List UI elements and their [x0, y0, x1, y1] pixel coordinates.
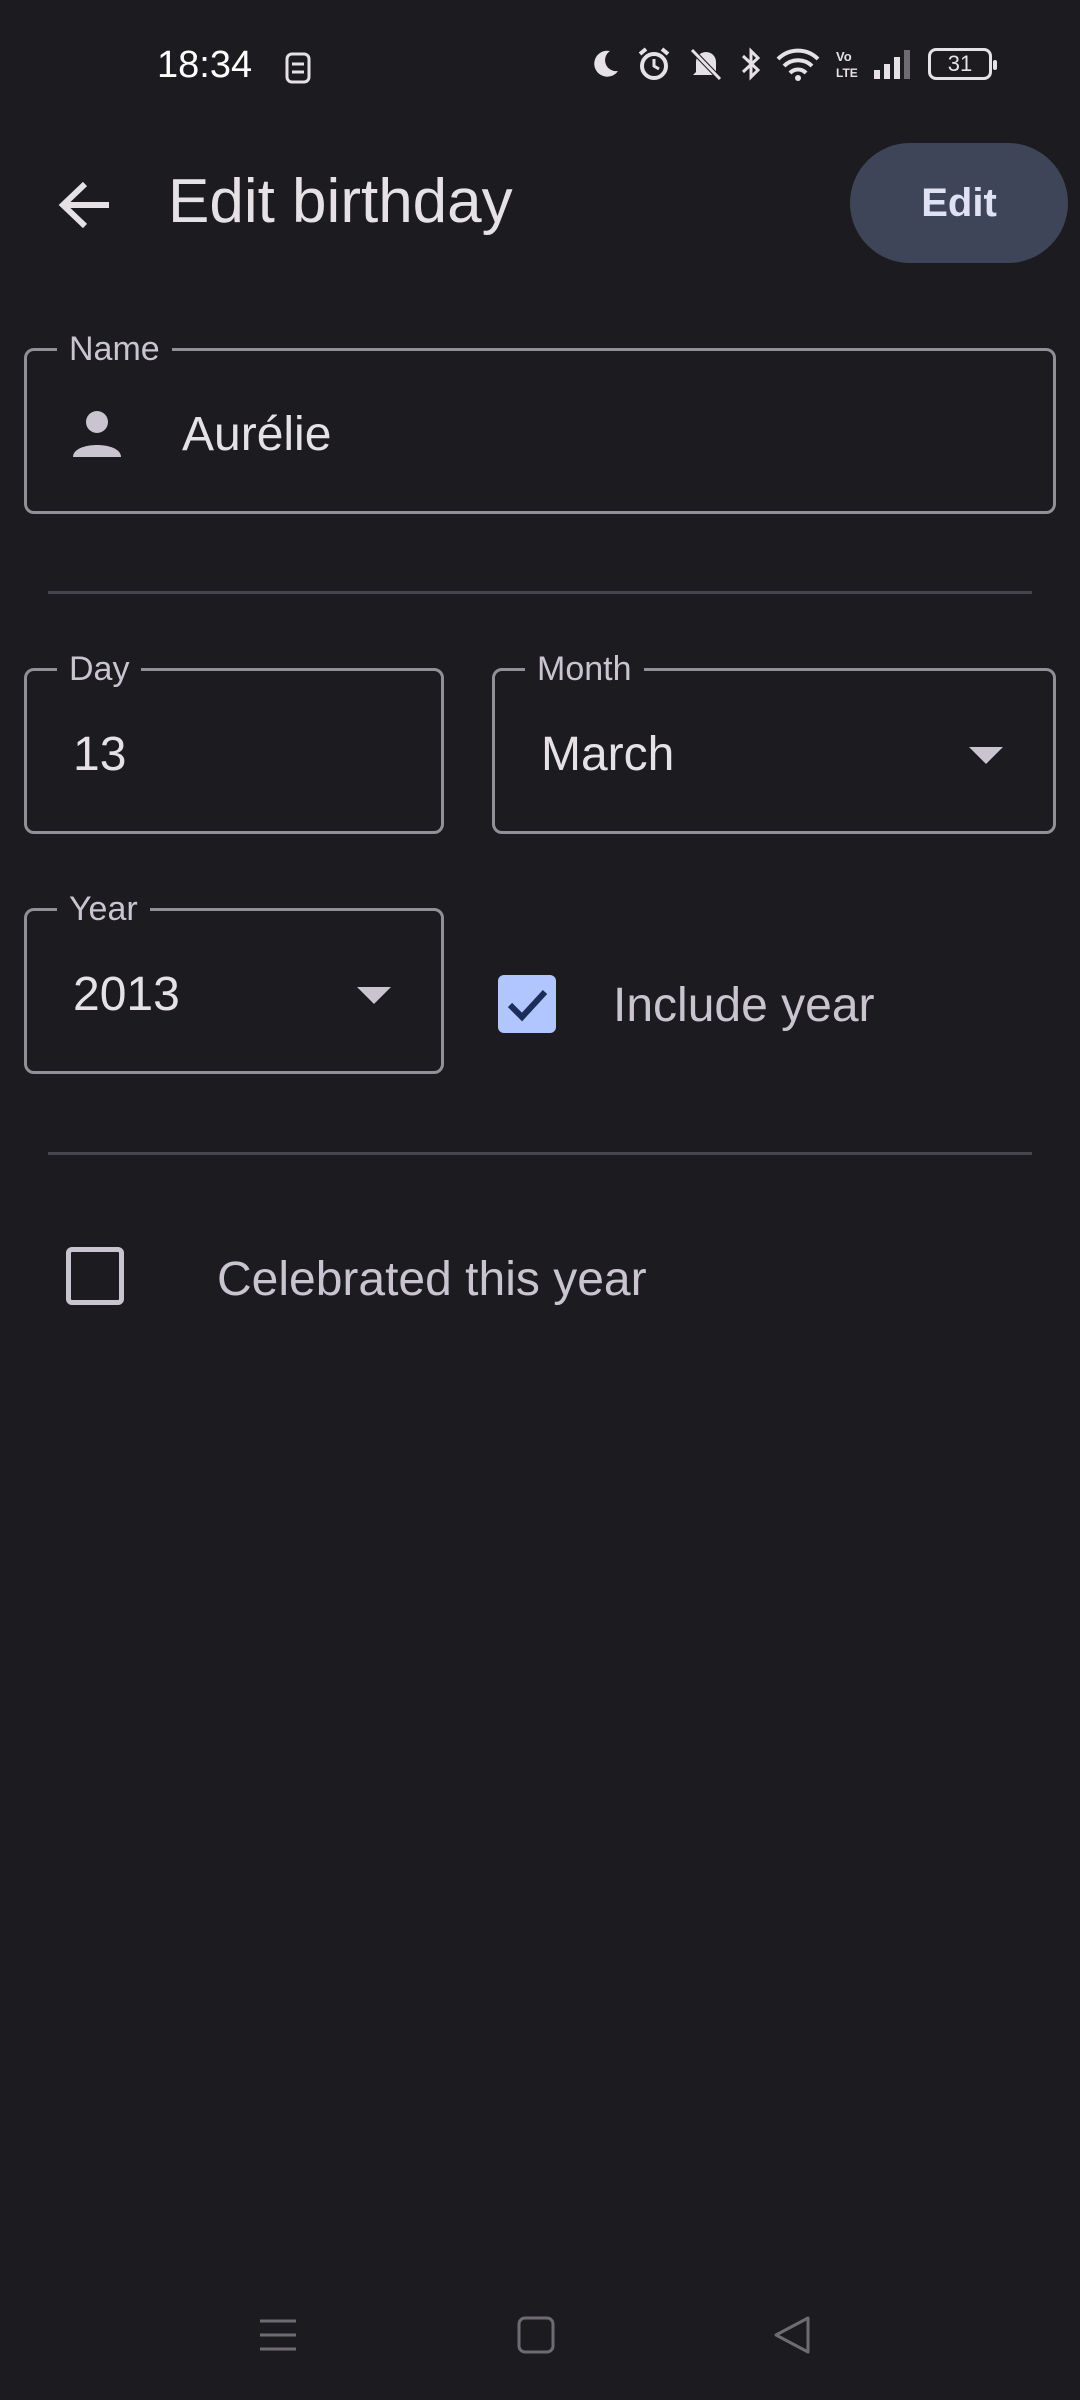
- month-dropdown[interactable]: Month March: [492, 649, 1056, 834]
- svg-text:Vo: Vo: [836, 49, 852, 64]
- bluetooth-icon: [740, 46, 762, 82]
- name-value: Aurélie: [182, 408, 332, 461]
- arrow-back-icon: [58, 181, 109, 229]
- dropdown-arrow-icon: [357, 987, 391, 1004]
- year-value: 2013: [73, 968, 180, 1021]
- status-icons: Vo LTE 31: [588, 46, 997, 82]
- month-label: Month: [525, 649, 644, 689]
- nav-back-button[interactable]: [762, 2305, 822, 2365]
- celebrated-label[interactable]: Celebrated this year: [217, 1252, 647, 1307]
- edit-button[interactable]: Edit: [850, 143, 1068, 263]
- sim-icon: [283, 52, 313, 89]
- day-field[interactable]: Day 13: [24, 649, 444, 834]
- battery-icon: 31: [928, 48, 997, 80]
- status-time: 18:34: [157, 44, 253, 86]
- page-title: Edit birthday: [168, 167, 513, 236]
- wifi-icon: [776, 47, 820, 81]
- check-icon: [507, 989, 548, 1022]
- divider: [48, 1152, 1032, 1155]
- square-icon: [517, 2316, 555, 2354]
- dropdown-arrow-icon: [969, 747, 1003, 764]
- menu-icon: [260, 2319, 296, 2351]
- back-button[interactable]: [40, 160, 130, 250]
- year-label: Year: [57, 889, 150, 929]
- nav-home-button[interactable]: [506, 2305, 566, 2365]
- month-value: March: [541, 728, 675, 781]
- mute-icon: [686, 46, 726, 82]
- year-dropdown[interactable]: Year 2013: [24, 889, 444, 1074]
- divider: [48, 591, 1032, 594]
- include-year-label[interactable]: Include year: [613, 978, 875, 1033]
- moon-icon: [588, 47, 622, 81]
- triangle-back-icon: [774, 2316, 810, 2354]
- svg-text:LTE: LTE: [836, 66, 858, 80]
- celebrated-checkbox[interactable]: [66, 1247, 124, 1305]
- day-label: Day: [57, 649, 142, 689]
- alarm-icon: [636, 46, 672, 82]
- name-field[interactable]: Name Aurélie: [24, 329, 1056, 514]
- volte-icon: Vo LTE: [834, 47, 858, 81]
- nav-menu-button[interactable]: [248, 2305, 308, 2365]
- day-value: 13: [73, 728, 127, 781]
- name-label: Name: [57, 329, 172, 369]
- include-year-checkbox[interactable]: [498, 975, 556, 1033]
- signal-icon: [872, 48, 914, 80]
- person-icon: [71, 407, 123, 464]
